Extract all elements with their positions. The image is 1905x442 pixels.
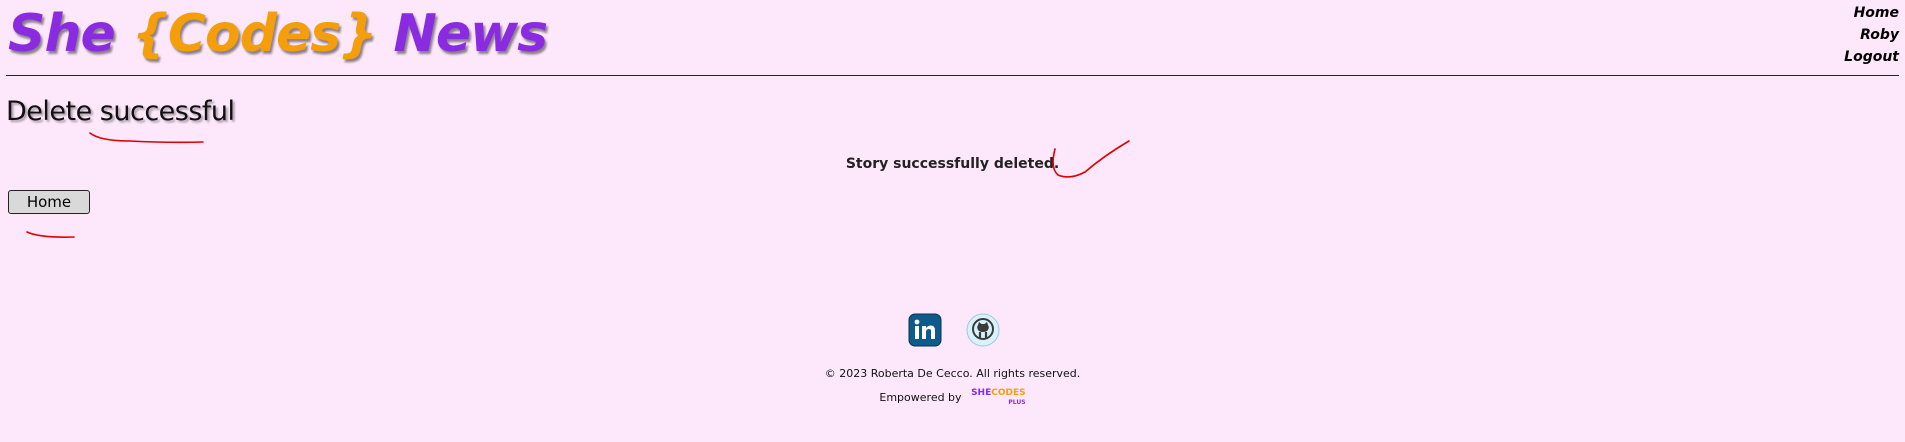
nav-user-link[interactable]: Roby: [1844, 24, 1899, 46]
social-links: [908, 313, 1000, 347]
copyright-text: © 2023 Roberta De Cecco. All rights rese…: [824, 367, 1081, 380]
site-logo[interactable]: She {Codes} News: [8, 2, 548, 66]
nav-home-link[interactable]: Home: [1844, 2, 1899, 24]
top-nav: Home Roby Logout: [1844, 2, 1899, 68]
home-button[interactable]: Home: [8, 190, 90, 214]
shecodes-plus-logo[interactable]: SHECODES PLUS: [971, 389, 1026, 407]
underline-annotation-button: [26, 231, 75, 238]
github-icon: [966, 313, 1000, 347]
delete-success-message: Story successfully deleted.: [845, 156, 1060, 172]
nav-logout-link[interactable]: Logout: [1844, 46, 1899, 68]
linkedin-icon: [908, 313, 942, 347]
underline-annotation-heading: [89, 132, 204, 144]
powered-by: Empowered by SHECODES PLUS: [0, 389, 1905, 407]
linkedin-link[interactable]: [908, 313, 942, 347]
logo-news: News: [393, 4, 548, 64]
header-divider: [6, 75, 1899, 76]
github-link[interactable]: [966, 313, 1000, 347]
logo-she: She: [8, 4, 116, 64]
logo-codes: {Codes}: [131, 4, 377, 64]
page-title: Delete successful: [6, 96, 235, 127]
powered-by-label: Empowered by: [879, 391, 962, 404]
